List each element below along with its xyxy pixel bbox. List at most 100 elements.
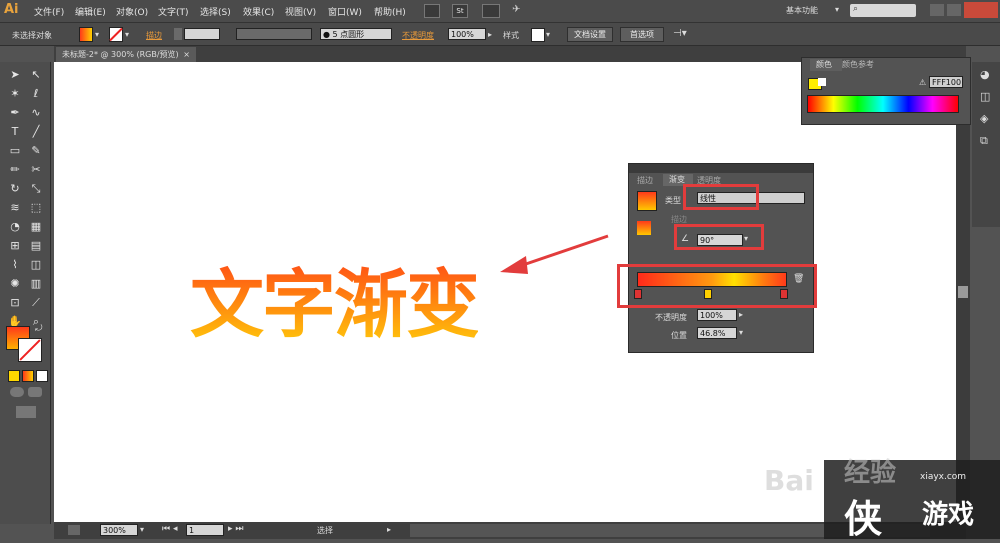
- chevron-right-icon[interactable]: ▸: [488, 30, 492, 39]
- stroke-swatch[interactable]: [109, 27, 123, 42]
- stock-icon[interactable]: St: [452, 4, 468, 18]
- chevron-down-icon[interactable]: ▾: [739, 328, 743, 337]
- chevron-right-icon[interactable]: ▸: [739, 310, 743, 319]
- menu-help[interactable]: 帮助(H): [374, 5, 406, 18]
- scissors-tool-icon[interactable]: ✂: [28, 163, 44, 177]
- gradient-tool-icon[interactable]: ▤: [28, 239, 44, 253]
- menu-type[interactable]: 文字(T): [158, 5, 189, 18]
- blend-tool-icon[interactable]: ◫: [28, 258, 44, 272]
- style-swatch[interactable]: [531, 28, 545, 42]
- white-swatch[interactable]: [818, 78, 826, 86]
- lasso-icon[interactable]: ℓ: [28, 87, 44, 101]
- column-graph-tool-icon[interactable]: ▥: [28, 277, 44, 291]
- panel-header[interactable]: [629, 164, 813, 173]
- zoom-field[interactable]: 300%: [100, 524, 138, 536]
- variable-width-profile[interactable]: [236, 28, 312, 40]
- app-logo: Ai: [4, 2, 19, 17]
- search-input[interactable]: ⌕: [850, 4, 916, 17]
- menu-bar: Ai 文件(F) 编辑(E) 对象(O) 文字(T) 选择(S) 效果(C) 视…: [0, 0, 1000, 23]
- menu-file[interactable]: 文件(F): [34, 5, 64, 18]
- menu-object[interactable]: 对象(O): [116, 5, 148, 18]
- symbol-sprayer-tool-icon[interactable]: ✺: [7, 277, 23, 291]
- menu-window[interactable]: 窗口(W): [328, 5, 362, 18]
- opacity-field[interactable]: 100%: [448, 28, 486, 40]
- vertical-scroll-thumb[interactable]: [958, 286, 968, 298]
- brush-definition[interactable]: ● 5 点圆形: [320, 28, 392, 40]
- document-tab[interactable]: 未标题-2* @ 300% (RGB/预览) ×: [56, 47, 196, 62]
- stroke-weight-field[interactable]: [184, 28, 220, 40]
- scale-tool-icon[interactable]: ⤡: [28, 182, 44, 196]
- color-spectrum[interactable]: [807, 95, 959, 113]
- tab-color-guide[interactable]: 颜色参考: [842, 59, 874, 71]
- fill-stroke-toggle[interactable]: [637, 221, 651, 235]
- color-panel-icon[interactable]: ◕: [980, 68, 990, 81]
- opacity-label[interactable]: 不透明度: [402, 30, 434, 41]
- chevron-right-icon[interactable]: ▸: [387, 525, 391, 534]
- color-guide-icon[interactable]: ◫: [980, 90, 990, 103]
- align-icon[interactable]: ⊣▾: [673, 28, 687, 39]
- chevron-down-icon[interactable]: ▾: [95, 30, 99, 39]
- chevron-down-icon[interactable]: ▾: [835, 5, 839, 14]
- menu-edit[interactable]: 编辑(E): [75, 5, 106, 18]
- workspace-switcher[interactable]: 基本功能: [786, 5, 818, 16]
- none-mode-icon[interactable]: [36, 370, 48, 382]
- stroke-color-box[interactable]: [18, 338, 42, 362]
- rectangle-tool-icon[interactable]: ▭: [7, 144, 23, 158]
- hex-field[interactable]: FFF100: [929, 76, 963, 88]
- line-tool-icon[interactable]: ╱: [28, 125, 44, 139]
- chevron-down-icon[interactable]: ▾: [546, 30, 550, 39]
- layers-icon[interactable]: ◈: [980, 112, 988, 125]
- draw-mode-icon[interactable]: [10, 387, 24, 397]
- gradient-artwork-text[interactable]: 文字渐变: [190, 245, 480, 352]
- warp-tool-icon[interactable]: ≋: [7, 201, 23, 215]
- perspective-grid-tool-icon[interactable]: ▦: [28, 220, 44, 234]
- gradient-preview[interactable]: [637, 191, 657, 211]
- color-mode-icon[interactable]: [8, 370, 20, 382]
- minimize-button[interactable]: [930, 4, 944, 16]
- artboard-number-field[interactable]: 1: [186, 524, 224, 536]
- close-icon[interactable]: ×: [183, 47, 190, 62]
- close-button[interactable]: [964, 2, 998, 18]
- chevron-down-icon[interactable]: ▾: [125, 30, 129, 39]
- bridge-icon[interactable]: [424, 4, 440, 18]
- stroke-label[interactable]: 描边: [146, 30, 162, 41]
- document-setup-button[interactable]: 文档设置: [567, 27, 613, 42]
- stroke-weight-stepper[interactable]: [174, 28, 182, 40]
- shape-builder-tool-icon[interactable]: ◔: [7, 220, 23, 234]
- stop-opacity-field[interactable]: 100%: [697, 309, 737, 321]
- slice-tool-icon[interactable]: ⟋: [28, 296, 44, 310]
- artboard-tool-icon[interactable]: ⊡: [7, 296, 23, 310]
- selection-tool-icon[interactable]: ➤: [7, 68, 23, 82]
- swap-fill-stroke-icon[interactable]: ⤾: [35, 324, 43, 334]
- mesh-tool-icon[interactable]: ⊞: [7, 239, 23, 253]
- maximize-button[interactable]: [947, 4, 961, 16]
- menu-select[interactable]: 选择(S): [200, 5, 231, 18]
- next-artboard-icon[interactable]: ▸ ⏭: [228, 524, 243, 534]
- gradient-mode-icon[interactable]: [22, 370, 34, 382]
- eyedropper-tool-icon[interactable]: ⌇: [7, 258, 23, 272]
- rotate-tool-icon[interactable]: ↻: [7, 182, 23, 196]
- first-artboard-icon[interactable]: ⏮ ◂: [162, 524, 177, 534]
- curvature-tool-icon[interactable]: ∿: [28, 106, 44, 120]
- screen-mode-icon[interactable]: [16, 406, 36, 418]
- draw-behind-icon[interactable]: [28, 387, 42, 397]
- menu-effect[interactable]: 效果(C): [243, 5, 274, 18]
- arrange-documents-icon[interactable]: [482, 4, 500, 18]
- pencil-tool-icon[interactable]: ✏: [7, 163, 23, 177]
- menu-view[interactable]: 视图(V): [285, 5, 316, 18]
- gpu-icon[interactable]: ✈: [512, 4, 528, 16]
- stop-position-field[interactable]: 46.8%: [697, 327, 737, 339]
- paintbrush-tool-icon[interactable]: ✎: [28, 144, 44, 158]
- direct-selection-tool-icon[interactable]: ↖: [28, 68, 44, 82]
- artboards-icon[interactable]: ⧉: [980, 134, 988, 148]
- tab-stroke[interactable]: 描边: [637, 175, 653, 186]
- magic-wand-icon[interactable]: ✶: [7, 87, 23, 101]
- status-icon[interactable]: [68, 525, 80, 535]
- free-transform-tool-icon[interactable]: ⬚: [28, 201, 44, 215]
- fill-swatch[interactable]: [79, 27, 93, 42]
- type-tool-icon[interactable]: T: [7, 125, 23, 139]
- tab-color[interactable]: 颜色: [810, 59, 842, 71]
- pen-tool-icon[interactable]: ✒: [7, 106, 23, 120]
- chevron-down-icon[interactable]: ▾: [140, 525, 144, 534]
- preferences-button[interactable]: 首选项: [620, 27, 664, 42]
